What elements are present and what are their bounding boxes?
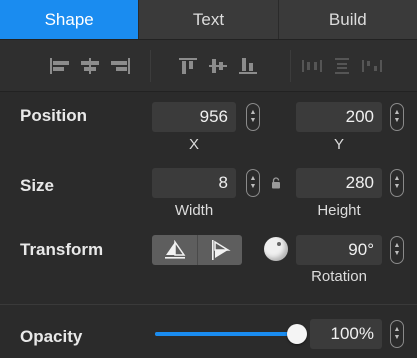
position-x-stepper[interactable]: ▲ ▼: [246, 103, 260, 131]
opacity-stepper[interactable]: ▲ ▼: [390, 320, 404, 348]
stepper-up-icon: ▲: [393, 326, 401, 333]
height-field[interactable]: 280: [296, 168, 382, 198]
position-x-caption: X: [188, 136, 199, 153]
stepper-down-icon: ▼: [393, 334, 401, 341]
align-middle-vertical-icon[interactable]: [206, 55, 230, 77]
flip-buttons: [152, 235, 242, 265]
rotation-caption: Rotation: [311, 268, 367, 285]
opacity-field[interactable]: 100%: [310, 319, 382, 349]
stepper-up-icon: ▲: [249, 175, 257, 182]
stepper-down-icon: ▼: [249, 183, 257, 190]
align-separator: [150, 50, 151, 82]
section-divider: [0, 304, 417, 305]
rotation-knob[interactable]: [264, 237, 288, 261]
vertical-align-group: [176, 52, 260, 80]
height-stepper[interactable]: ▲ ▼: [390, 169, 404, 197]
stepper-up-icon: ▲: [393, 242, 401, 249]
stepper-up-icon: ▲: [249, 109, 257, 116]
opacity-label: Opacity: [20, 327, 83, 346]
stepper-up-icon: ▲: [393, 109, 401, 116]
inspector-tab-bar: Shape Text Build: [0, 0, 417, 40]
tab-shape-label: Shape: [44, 9, 94, 29]
stepper-down-icon: ▼: [393, 250, 401, 257]
tab-text[interactable]: Text: [139, 0, 279, 39]
opacity-slider-track[interactable]: [155, 332, 297, 336]
position-y-stepper[interactable]: ▲ ▼: [390, 103, 404, 131]
rotation-stepper[interactable]: ▲ ▼: [390, 236, 404, 264]
opacity-slider-thumb[interactable]: [287, 324, 307, 344]
arrange-panel: Position 956 ▲ ▼ X 200 ▲ ▼ Y Size 8 ▲ ▼ Wid…: [0, 92, 417, 358]
position-label: Position: [20, 106, 88, 125]
stepper-down-icon: ▼: [249, 117, 257, 124]
flip-vertical-icon[interactable]: [197, 235, 242, 265]
size-label: Size: [20, 176, 55, 195]
stepper-down-icon: ▼: [393, 183, 401, 190]
position-x-field[interactable]: 956: [152, 102, 236, 132]
height-caption: Height: [317, 202, 361, 219]
distribute-spacing-icon[interactable]: [360, 55, 384, 77]
distribute-group: [300, 52, 384, 80]
rotation-field[interactable]: 90°: [296, 235, 382, 265]
opacity-slider-fill: [155, 332, 297, 336]
tab-build-label: Build: [328, 9, 367, 29]
align-toolbar: [0, 40, 417, 92]
tab-shape[interactable]: Shape: [0, 0, 140, 39]
width-stepper[interactable]: ▲ ▼: [246, 169, 260, 197]
stepper-up-icon: ▲: [393, 175, 401, 182]
horizontal-align-group: [48, 52, 132, 80]
align-center-horizontal-icon[interactable]: [78, 55, 102, 77]
stepper-down-icon: ▼: [393, 117, 401, 124]
lock-icon[interactable]: [271, 177, 281, 189]
width-caption: Width: [174, 202, 214, 219]
align-bottom-icon[interactable]: [236, 55, 260, 77]
distribute-horizontal-icon[interactable]: [300, 55, 324, 77]
transform-label: Transform: [20, 240, 104, 259]
width-field[interactable]: 8: [152, 168, 236, 198]
position-y-caption: Y: [333, 136, 344, 153]
tab-text-label: Text: [192, 9, 225, 29]
align-separator: [290, 50, 291, 82]
distribute-vertical-icon[interactable]: [330, 55, 354, 77]
flip-horizontal-icon[interactable]: [152, 235, 197, 265]
tab-build[interactable]: Build: [279, 0, 417, 39]
align-right-icon[interactable]: [108, 55, 132, 77]
align-left-icon[interactable]: [48, 55, 72, 77]
position-y-field[interactable]: 200: [296, 102, 382, 132]
align-top-icon[interactable]: [176, 55, 200, 77]
